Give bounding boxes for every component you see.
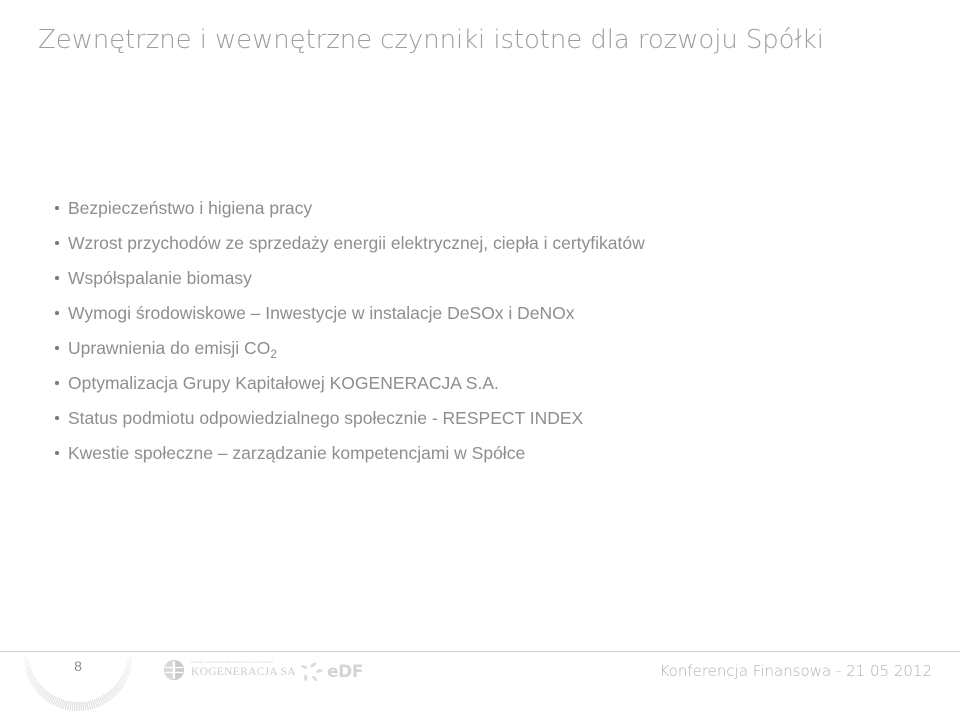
edf-name: eDF [327,661,364,682]
bullet-dot-icon [55,241,59,245]
list-item: Bezpieczeństwo i higiena pracy [52,193,932,228]
kogeneracja-tagline: Zespół Elektrociepłowni Wrocławskich [191,660,273,665]
list-item-label: Kwestie społeczne – zarządzanie kompeten… [68,443,526,463]
list-item-label: Wymogi środowiskowe – Inwestycje w insta… [68,303,575,323]
kogeneracja-name: KOGENERACJA SA [191,666,296,679]
list-item-label: Wzrost przychodów ze sprzedaży energii e… [68,233,645,253]
bullet-dot-icon [55,206,59,210]
bullet-dot-icon [55,311,59,315]
logo-kogeneracja: Zespół Elektrociepłowni Wrocławskich KOG… [163,659,296,681]
list-item: Optymalizacja Grupy Kapitałowej KOGENERA… [52,368,932,403]
subscript: 2 [270,346,277,361]
bullet-dot-icon [55,381,59,385]
slide-footer: 8 Zespół Elektrociepłowni Wrocławskich K… [0,652,960,711]
list-item-label: Optymalizacja Grupy Kapitałowej KOGENERA… [68,373,499,393]
list-item: Wymogi środowiskowe – Inwestycje w insta… [52,298,932,333]
list-item: Status podmiotu odpowiedzialnego społecz… [52,403,932,438]
edf-pinwheel-icon [301,662,323,682]
bullet-dot-icon [55,276,59,280]
list-item-label: Bezpieczeństwo i higiena pracy [68,198,313,218]
page-title: Zewnętrzne i wewnętrzne czynniki istotne… [38,25,824,56]
bullet-dot-icon [55,346,59,350]
list-item-label: Współspalanie biomasy [68,268,252,288]
list-item: Uprawnienia do emisji CO2 [52,333,932,368]
list-item: Kwestie społeczne – zarządzanie kompeten… [52,438,932,473]
bullet-list: Bezpieczeństwo i higiena pracy Wzrost pr… [52,193,932,473]
list-item: Wzrost przychodów ze sprzedaży energii e… [52,228,932,263]
logo-edf: eDF [300,661,363,683]
bullet-dot-icon [55,451,59,455]
bullet-dot-icon [55,416,59,420]
list-item-label: Uprawnienia do emisji CO2 [68,338,277,361]
kogeneracja-wordmark: Zespół Elektrociepłowni Wrocławskich KOG… [191,661,296,678]
slide-canvas: Zewnętrzne i wewnętrzne czynniki istotne… [0,0,960,711]
footer-caption: Konferencja Finansowa - 21 05 2012 [659,662,932,680]
list-item-label: Status podmiotu odpowiedzialnego społecz… [68,408,584,428]
kogeneracja-mark-icon [163,659,185,681]
page-number: 8 [74,658,82,674]
list-item: Współspalanie biomasy [52,263,932,298]
